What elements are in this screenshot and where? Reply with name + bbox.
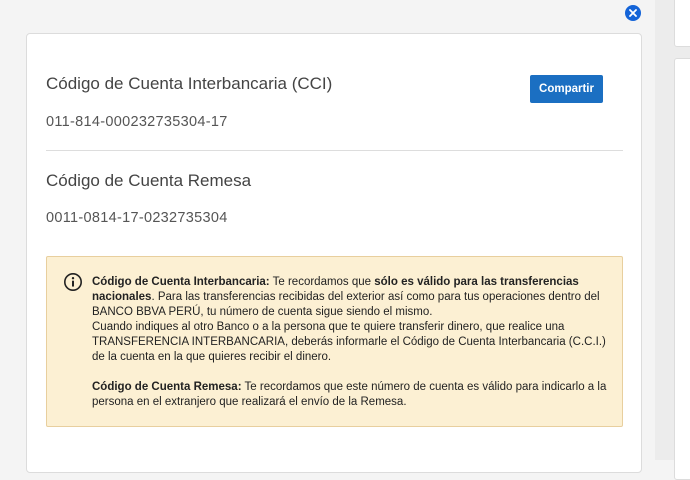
share-button[interactable]: Compartir: [530, 75, 603, 103]
notice-text-fragment: Te recordamos que: [269, 276, 375, 288]
notice-paragraph-cci: Código de Cuenta Interbancaria: Te recor…: [92, 275, 612, 365]
info-notice: Código de Cuenta Interbancaria: Te recor…: [46, 256, 623, 427]
close-icon: [629, 9, 637, 17]
info-icon: [63, 272, 83, 292]
account-codes-card: Código de Cuenta Interbancaria (CCI) Com…: [26, 33, 642, 473]
remesa-number: 0011-0814-17-0232735304: [46, 210, 228, 226]
section-divider: [46, 150, 623, 151]
background-card: [674, 58, 690, 480]
notice-cci-label: Código de Cuenta Interbancaria:: [92, 276, 270, 288]
notice-text: Código de Cuenta Interbancaria: Te recor…: [92, 275, 612, 410]
remesa-title: Código de Cuenta Remesa: [46, 171, 252, 190]
notice-remesa-label: Código de Cuenta Remesa:: [92, 381, 242, 393]
cci-number: 011-814-000232735304-17: [46, 114, 228, 130]
notice-text-fragment: . Para las transferencias recibidas del …: [92, 291, 600, 318]
background-card-top: [674, 0, 690, 47]
close-button[interactable]: [625, 5, 641, 21]
notice-paragraph-remesa: Código de Cuenta Remesa: Te recordamos q…: [92, 380, 612, 410]
cci-title: Código de Cuenta Interbancaria (CCI): [46, 74, 333, 93]
notice-text-fragment: Cuando indiques al otro Banco o a la per…: [92, 321, 606, 363]
